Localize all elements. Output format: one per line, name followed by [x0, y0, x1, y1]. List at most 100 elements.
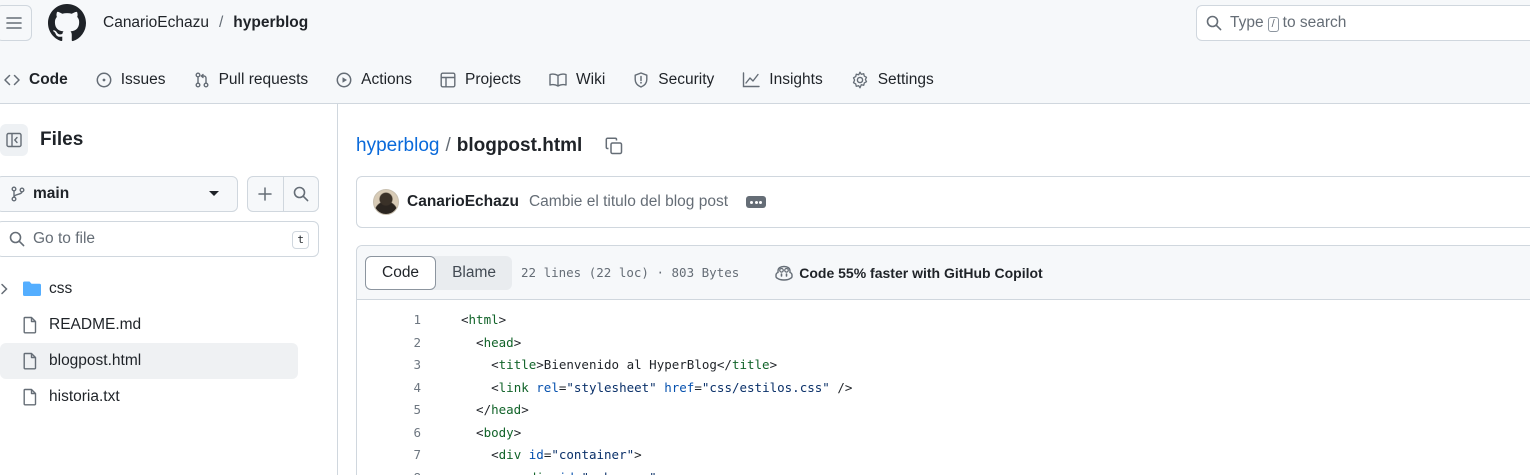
repo-header: CanarioEchazu / hyperblog Type / to search… [0, 0, 1530, 106]
file-tree: css README.md blogpost.html historia.txt [0, 271, 338, 415]
line-source: <head> [461, 334, 522, 350]
search-icon [9, 231, 25, 247]
collapse-sidebar-button[interactable] [0, 124, 28, 156]
tree-item-css[interactable]: css [0, 271, 338, 307]
code-line: 6 <body> [357, 422, 1530, 445]
file-tree-sidebar: Files main Go to file t css README.md bl [0, 104, 338, 475]
path-repo-link[interactable]: hyperblog [356, 135, 439, 157]
tree-item-readme[interactable]: README.md [0, 307, 338, 343]
tree-item-label: blogpost.html [49, 352, 142, 369]
search-prefix: Type [1230, 14, 1264, 31]
blame-view-button[interactable]: Blame [436, 256, 512, 290]
tab-label: Pull requests [218, 71, 309, 88]
view-mode-toggle: Code Blame [365, 255, 512, 290]
path-file-name: blogpost.html [456, 135, 583, 156]
tree-item-blogpost[interactable]: blogpost.html [0, 343, 298, 379]
search-placeholder: Type / to search [1230, 14, 1346, 32]
copilot-icon [775, 265, 793, 281]
gear-icon [852, 71, 867, 89]
issue-icon [96, 72, 112, 88]
copilot-promo[interactable]: Code 55% faster with GitHub Copilot [775, 264, 1043, 281]
search-files-button[interactable] [282, 177, 318, 211]
copy-path-button[interactable] [598, 130, 630, 162]
book-icon [549, 73, 567, 87]
line-number[interactable]: 7 [397, 444, 421, 467]
github-logo-icon[interactable] [48, 4, 86, 42]
files-header: Files [0, 124, 83, 156]
hamburger-icon [6, 17, 22, 29]
tab-actions[interactable]: Actions [322, 58, 426, 102]
code-line: 3 <title>Bienvenido al HyperBlog</title> [357, 354, 1530, 377]
line-source: <div id="container"> [461, 447, 642, 462]
copy-icon [605, 137, 623, 155]
code-line: 5 </head> [357, 399, 1530, 422]
breadcrumb-separator: / [218, 14, 224, 31]
tab-code[interactable]: Code [0, 58, 82, 106]
owner-link[interactable]: CanarioEchazu [103, 14, 209, 32]
code-line: 2 <head> [357, 332, 1530, 355]
menu-button[interactable] [0, 5, 32, 41]
graph-icon [743, 72, 760, 88]
file-view: hyperblog / blogpost.html CanarioEchazu … [338, 104, 1530, 475]
line-number[interactable]: 5 [397, 399, 421, 422]
commit-message[interactable]: Cambie el titulo del blog post [529, 193, 728, 211]
go-to-file-placeholder: Go to file [33, 230, 96, 247]
avatar[interactable] [373, 189, 399, 215]
file-stats: 22 lines (22 loc) · 803 Bytes [521, 265, 740, 280]
line-number[interactable]: 3 [397, 354, 421, 377]
tab-label: Wiki [576, 71, 606, 88]
plus-icon [258, 187, 273, 201]
line-source: </head> [461, 402, 529, 417]
code-viewer: Code Blame 22 lines (22 loc) · 803 Bytes… [356, 245, 1530, 475]
path-separator: / [445, 135, 451, 156]
tab-projects[interactable]: Projects [426, 58, 535, 102]
tab-security[interactable]: Security [619, 58, 728, 102]
file-icon [23, 316, 37, 334]
line-source: <link rel="stylesheet" href="css/estilos… [461, 379, 853, 395]
tab-wiki[interactable]: Wiki [535, 58, 619, 102]
tab-label: Settings [877, 71, 934, 88]
copilot-label: Code 55% faster with GitHub Copilot [799, 264, 1043, 281]
file-actions-group [247, 176, 319, 212]
tab-label: Issues [120, 71, 166, 88]
line-number[interactable]: 4 [397, 377, 421, 400]
go-to-file-input[interactable]: Go to file t [0, 221, 319, 257]
add-file-button[interactable] [248, 177, 283, 211]
tree-item-historia[interactable]: historia.txt [0, 379, 338, 415]
commit-author[interactable]: CanarioEchazu [407, 193, 519, 211]
tab-pull-requests[interactable]: Pull requests [180, 58, 323, 102]
branch-name: main [33, 185, 70, 202]
chevron-right-icon[interactable] [0, 283, 10, 295]
ellipsis-icon[interactable] [746, 196, 767, 208]
repo-nav-tabs: Code Issues Pull requests Actions Projec… [0, 56, 948, 106]
code-viewer-toolbar: Code Blame 22 lines (22 loc) · 803 Bytes… [357, 246, 1530, 300]
line-source: <title>Bienvenido al HyperBlog</title> [461, 357, 778, 372]
files-title: Files [40, 129, 84, 150]
code-icon [4, 74, 20, 86]
line-number[interactable]: 8 [397, 467, 421, 475]
line-number[interactable]: 2 [397, 332, 421, 355]
pull-request-icon [195, 72, 209, 88]
folder-icon [23, 281, 41, 296]
repo-link[interactable]: hyperblog [233, 14, 308, 32]
shield-icon [634, 72, 648, 88]
tree-item-label: README.md [49, 316, 142, 333]
line-number[interactable]: 1 [397, 309, 421, 332]
branch-selector[interactable]: main [0, 176, 238, 212]
code-view-button[interactable]: Code [365, 255, 437, 290]
breadcrumb: CanarioEchazu / hyperblog [103, 14, 308, 32]
tree-item-label: css [49, 280, 73, 297]
tab-insights[interactable]: Insights [728, 58, 836, 102]
tab-issues[interactable]: Issues [82, 58, 180, 102]
tab-label: Code [29, 71, 68, 88]
latest-commit-bar: CanarioEchazu Cambie el titulo del blog … [356, 176, 1530, 228]
tab-settings[interactable]: Settings [837, 58, 948, 102]
branch-icon [11, 186, 25, 202]
search-input[interactable]: Type / to search [1196, 5, 1530, 41]
file-icon [23, 388, 37, 406]
line-source: <html> [461, 312, 507, 327]
line-number[interactable]: 6 [397, 422, 421, 445]
table-icon [440, 72, 456, 88]
line-source: <body> [461, 424, 522, 440]
code-line: 7 <div id="container"> [357, 444, 1530, 467]
